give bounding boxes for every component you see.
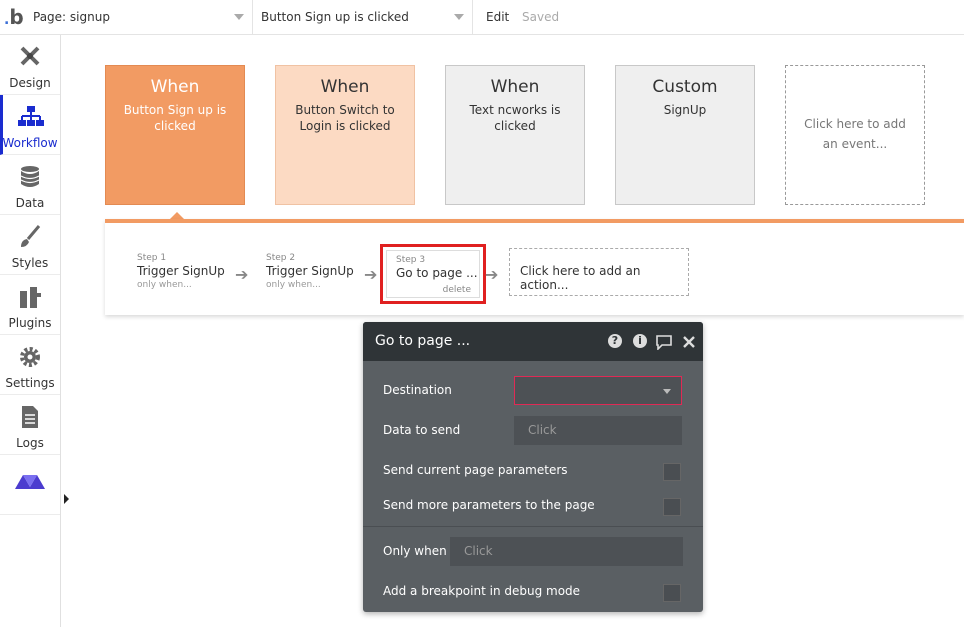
send-more-params-checkbox[interactable] — [663, 498, 681, 516]
arrow-right-icon: ➔ — [364, 265, 378, 284]
sidebar-item-label: Plugins — [8, 316, 52, 330]
top-bar: .b Page: signup Button Sign up is clicke… — [0, 0, 964, 35]
info-icon[interactable]: i — [633, 334, 647, 348]
panel-title: Go to page ... — [375, 333, 471, 349]
data-to-send-field[interactable]: Click — [514, 416, 682, 445]
add-event-button[interactable]: Click here to add an event... — [785, 65, 925, 205]
sidebar-item-label: Styles — [11, 256, 49, 270]
page-select[interactable]: Page: signup — [25, 0, 253, 35]
step-2[interactable]: Step 2 Trigger SignUp only when... — [266, 253, 354, 290]
panel-header: Go to page ... ? i — [363, 322, 703, 361]
sidebar-item-label: Settings — [5, 376, 55, 390]
send-more-params-label: Send more parameters to the page — [383, 498, 595, 512]
plugin-icon — [20, 287, 41, 308]
sidebar-item-label: Logs — [16, 436, 44, 450]
data-to-send-label: Data to send — [383, 423, 461, 437]
sidebar-item-brand[interactable] — [0, 455, 60, 515]
step-number: Step 3 — [396, 255, 426, 265]
add-action-button[interactable]: Click here to add an action... — [509, 248, 689, 296]
sidebar-item-label: Workflow — [2, 136, 58, 150]
sidebar-collapse-toggle[interactable] — [64, 494, 69, 504]
sidebar-item-label: Design — [9, 76, 51, 90]
only-when-label: Only when — [383, 544, 447, 558]
chevron-down-icon — [663, 389, 671, 394]
sidebar-item-settings[interactable]: Settings — [0, 335, 60, 395]
step-number: Step 2 — [266, 253, 296, 263]
step-3-highlight: Step 3 Go to page ... delete — [380, 244, 486, 304]
panel-divider — [363, 526, 703, 527]
send-current-params-label: Send current page parameters — [383, 463, 568, 477]
sidebar-item-styles[interactable]: Styles — [0, 215, 60, 275]
event-card-signup[interactable]: When Button Sign up is clicked — [105, 65, 245, 205]
document-icon — [22, 406, 38, 428]
left-sidebar: Design Workflow Data Styles Plugins Sett… — [0, 35, 61, 627]
step-3[interactable]: Step 3 Go to page ... delete — [386, 250, 480, 298]
step-title: Go to page ... — [396, 266, 478, 280]
sidebar-item-data[interactable]: Data — [0, 155, 60, 215]
event-card-switch-login[interactable]: When Button Switch to Login is clicked — [275, 65, 415, 205]
step-title: Trigger SignUp — [266, 264, 354, 278]
comment-icon[interactable] — [655, 334, 673, 350]
breakpoint-checkbox[interactable] — [663, 584, 681, 602]
brand-logo-icon — [15, 475, 45, 489]
step-1[interactable]: Step 1 Trigger SignUp only when... — [137, 253, 225, 290]
action-property-panel: Go to page ... ? i Destination Data to s… — [363, 322, 703, 612]
event-card-subtitle: Button Switch to Login is clicked — [295, 103, 395, 133]
sidebar-item-label: Data — [15, 196, 45, 210]
event-card-text-ncworks[interactable]: When Text ncworks is clicked — [445, 65, 585, 205]
help-icon[interactable]: ? — [608, 334, 622, 348]
event-card-title: When — [150, 77, 200, 97]
design-icon — [20, 46, 40, 66]
step-number: Step 1 — [137, 253, 167, 263]
edit-menu[interactable]: Edit — [486, 10, 509, 24]
add-event-label: Click here to add an event... — [804, 117, 906, 151]
bubble-logo[interactable]: .b — [4, 5, 24, 29]
only-when-field[interactable]: Click — [450, 537, 683, 566]
event-card-subtitle: SignUp — [663, 103, 707, 117]
destination-dropdown[interactable] — [514, 376, 682, 405]
only-when-placeholder: Click — [464, 544, 493, 558]
event-card-title: Custom — [652, 77, 718, 97]
event-card-subtitle: Text ncworks is clicked — [469, 103, 561, 133]
arrow-right-icon: ➔ — [485, 265, 499, 284]
event-card-title: When — [490, 77, 540, 97]
action-steps-strip: Step 1 Trigger SignUp only when... ➔ Ste… — [105, 219, 964, 315]
chevron-down-icon — [234, 14, 244, 20]
arrow-right-icon: ➔ — [235, 265, 249, 284]
step-delete-link[interactable]: delete — [443, 285, 471, 295]
sidebar-item-plugins[interactable]: Plugins — [0, 275, 60, 335]
sidebar-item-logs[interactable]: Logs — [0, 395, 60, 455]
chevron-down-icon — [454, 14, 464, 20]
add-action-label: Click here to add an action... — [520, 264, 641, 292]
step-condition: only when... — [266, 280, 321, 290]
event-card-title: When — [320, 77, 370, 97]
sidebar-item-workflow[interactable]: Workflow — [0, 95, 60, 155]
step-condition: only when... — [137, 280, 192, 290]
page-select-label: Page: signup — [33, 10, 110, 24]
sidebar-item-design[interactable]: Design — [0, 35, 60, 95]
event-select-label: Button Sign up is clicked — [261, 10, 409, 24]
step-title: Trigger SignUp — [137, 264, 225, 278]
close-icon[interactable] — [683, 336, 695, 348]
gear-icon — [20, 347, 40, 367]
send-current-params-checkbox[interactable] — [663, 463, 681, 481]
destination-label: Destination — [383, 383, 452, 397]
workflow-icon — [18, 106, 44, 126]
event-card-subtitle: Button Sign up is clicked — [123, 103, 227, 133]
save-status: Saved — [522, 10, 560, 24]
event-select[interactable]: Button Sign up is clicked — [253, 0, 473, 35]
destination-value — [515, 377, 681, 384]
data-to-send-placeholder: Click — [528, 423, 557, 437]
brush-icon — [21, 225, 41, 247]
breakpoint-label: Add a breakpoint in debug mode — [383, 584, 581, 598]
event-card-custom-signup[interactable]: Custom SignUp — [615, 65, 755, 205]
database-icon — [20, 166, 40, 187]
